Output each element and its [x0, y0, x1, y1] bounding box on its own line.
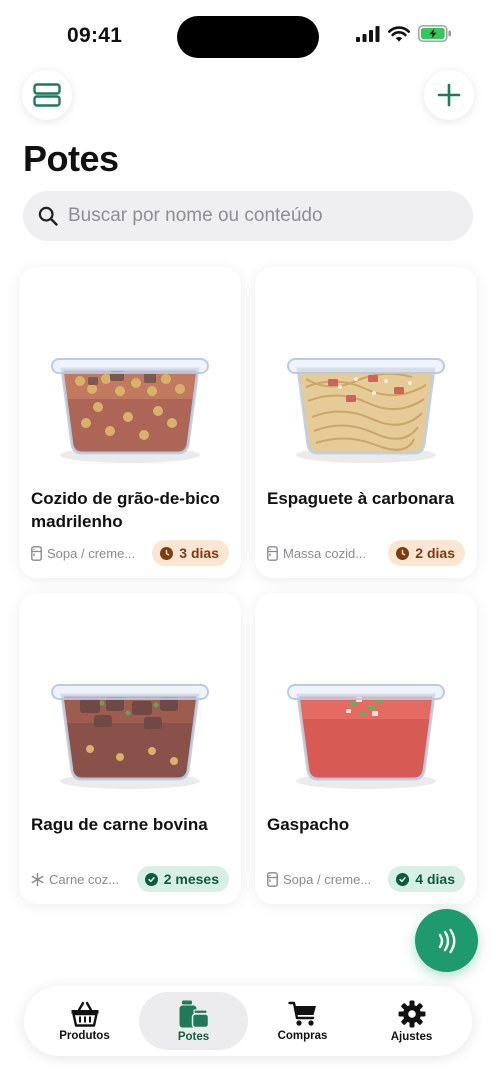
jar-name: Espaguete à carbonara	[267, 489, 455, 508]
add-jar-button[interactable]	[424, 70, 474, 120]
tab-label: Potes	[177, 1030, 210, 1043]
tab-label: Compras	[277, 1029, 328, 1042]
jar-category: Sopa / creme...	[267, 872, 371, 887]
jar-category-label: Sopa / creme...	[283, 871, 372, 887]
gear-icon	[398, 1000, 425, 1027]
jar-meta: Sopa / creme... 3 dias	[31, 540, 229, 566]
jar-category: Carne coz...	[31, 872, 119, 887]
snowflake-icon	[31, 872, 44, 886]
jar-card[interactable]: Gaspacho Sopa / creme... 4 dias	[255, 593, 477, 904]
signal-icon	[356, 25, 380, 42]
plus-icon	[437, 83, 461, 107]
expiry-badge: 2 meses	[136, 866, 229, 892]
tab-ajustes[interactable]: Ajustes	[357, 992, 466, 1050]
expiry-badge: 4 dias	[388, 866, 465, 892]
jar-card[interactable]: Cozido de grão-de-bico madrilenho Sopa /…	[19, 267, 241, 578]
jar-meta: Massa cozid... 2 dias	[267, 540, 465, 566]
jar-category-label: Sopa / creme...	[47, 545, 136, 561]
expiry-label: 2 dias	[415, 545, 455, 561]
expiry-badge: 2 dias	[388, 540, 465, 566]
jar-name: Ragu de carne bovina	[31, 815, 208, 834]
jars-icon	[179, 1000, 209, 1028]
list-layout-icon	[33, 83, 61, 107]
dynamic-island	[177, 16, 319, 58]
check-icon	[144, 872, 158, 886]
expiry-label: 3 dias	[179, 545, 219, 561]
page-title: Potes	[23, 138, 119, 179]
fridge-icon	[267, 545, 278, 561]
jar-card[interactable]: Ragu de carne bovina Carne coz... 2 mese…	[19, 593, 241, 904]
jar-photo	[287, 684, 445, 789]
nfc-icon	[438, 928, 455, 953]
cart-icon	[287, 1001, 316, 1026]
nfc-scan-button[interactable]	[415, 909, 478, 972]
app-screen: 09:41 Potes Buscar por nome ou conteúdo …	[0, 0, 496, 1080]
expiry-label: 2 meses	[163, 871, 219, 887]
tab-produtos[interactable]: Produtos	[30, 992, 139, 1050]
expiry-badge: 3 dias	[152, 540, 229, 566]
expiry-label: 4 dias	[415, 871, 455, 887]
jar-meta: Sopa / creme... 4 dias	[267, 866, 465, 892]
jar-category: Sopa / creme...	[31, 546, 135, 561]
tab-label: Ajustes	[390, 1030, 433, 1043]
check-icon	[396, 872, 410, 886]
basket-icon	[71, 1001, 98, 1027]
battery-icon	[418, 25, 451, 42]
jar-category: Massa cozid...	[267, 546, 366, 561]
jar-photo	[287, 358, 445, 463]
search-bar[interactable]	[23, 191, 473, 241]
status-time: 09:41	[67, 24, 123, 47]
layout-toggle-button[interactable]	[22, 70, 72, 120]
tab-compras[interactable]: Compras	[248, 992, 357, 1050]
jar-category-label: Massa cozid...	[283, 545, 367, 561]
wifi-icon	[388, 25, 410, 41]
clock-icon	[160, 546, 174, 560]
jar-name: Cozido de grão-de-bico madrilenho	[31, 489, 220, 531]
tab-bar: Produtos Potes Compras Ajustes	[24, 986, 472, 1056]
jar-photo	[51, 684, 209, 789]
clock-icon	[396, 546, 410, 560]
search-icon	[38, 206, 58, 226]
fridge-icon	[267, 871, 278, 887]
jar-meta: Carne coz... 2 meses	[31, 866, 229, 892]
search-input[interactable]	[68, 205, 448, 227]
jar-photo	[51, 358, 209, 463]
jar-name: Gaspacho	[267, 815, 350, 834]
jar-card[interactable]: Espaguete à carbonara Massa cozid... 2 d…	[255, 267, 477, 578]
jar-category-label: Carne coz...	[49, 871, 120, 887]
status-bar: 09:41	[0, 0, 496, 70]
tab-label: Produtos	[59, 1029, 110, 1042]
status-icons	[356, 25, 452, 42]
tab-potes[interactable]: Potes	[139, 992, 248, 1050]
fridge-icon	[31, 545, 42, 561]
